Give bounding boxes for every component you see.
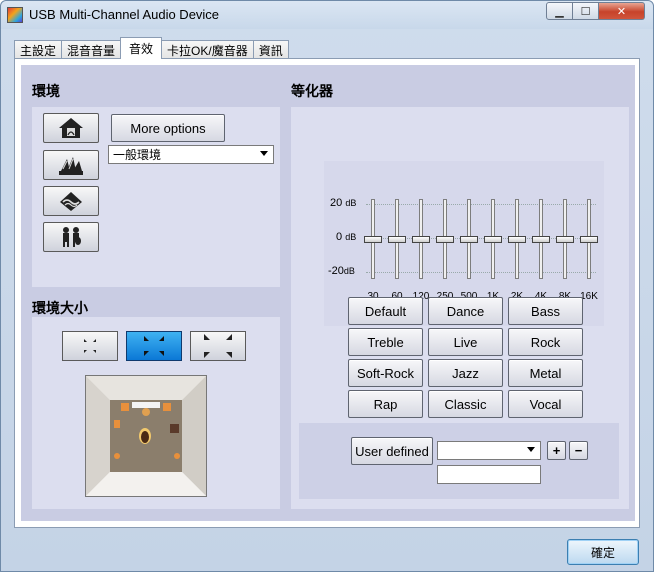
eq-slider-thumb[interactable] bbox=[556, 235, 574, 243]
window-title: USB Multi-Channel Audio Device bbox=[29, 7, 220, 22]
eq-band-slider[interactable] bbox=[578, 199, 600, 279]
house-icon bbox=[59, 118, 83, 138]
eq-band-slider[interactable] bbox=[482, 199, 504, 279]
eq-preset-button[interactable]: Classic bbox=[428, 390, 503, 418]
medium-room-icon bbox=[144, 336, 164, 356]
eq-preset-button[interactable]: Vocal bbox=[508, 390, 583, 418]
chevron-down-icon bbox=[527, 447, 535, 452]
eq-band-slider[interactable] bbox=[458, 199, 480, 279]
user-defined-button[interactable]: User defined bbox=[351, 437, 433, 465]
minus-icon: − bbox=[574, 443, 583, 458]
small-room-icon bbox=[84, 339, 96, 353]
concert-icon bbox=[63, 227, 81, 247]
environment-box: More options 一般環境 bbox=[32, 107, 280, 287]
tab-main-settings[interactable]: 主設定 bbox=[14, 40, 63, 59]
equalizer-title: 等化器 bbox=[291, 83, 333, 99]
equalizer-box: 20 dB 0 dB -20dB 30601202505001K2K4K8K16… bbox=[291, 107, 629, 509]
eq-preset-button[interactable]: Rock bbox=[508, 328, 583, 356]
add-preset-button[interactable]: + bbox=[547, 441, 566, 460]
db-label-top: 20 dB bbox=[330, 197, 357, 209]
size-medium-button[interactable] bbox=[126, 331, 182, 361]
eq-band-slider[interactable] bbox=[530, 199, 552, 279]
eq-preset-button[interactable]: Metal bbox=[508, 359, 583, 387]
effects-page: 環境 More options 一般環境 環境大小 等化器 20 dB 0 dB… bbox=[14, 58, 640, 528]
maximize-icon: ☐ bbox=[580, 5, 591, 18]
db-label-mid: 0 dB bbox=[336, 231, 357, 243]
tab-karaoke[interactable]: 卡拉OK/魔音器 bbox=[161, 40, 254, 59]
eq-slider-thumb[interactable] bbox=[388, 235, 406, 243]
eq-preset-button[interactable]: Live bbox=[428, 328, 503, 356]
opera-house-icon bbox=[59, 157, 83, 175]
title-bar[interactable]: USB Multi-Channel Audio Device ▁ ☐ ✕ bbox=[1, 1, 653, 29]
eq-preset-button[interactable]: Default bbox=[348, 297, 423, 325]
minimize-icon: ▁ bbox=[555, 5, 564, 18]
environment-select[interactable]: 一般環境 bbox=[108, 145, 274, 164]
user-preset-name-input[interactable] bbox=[437, 465, 541, 484]
tab-effects[interactable]: 音效 bbox=[120, 37, 163, 59]
close-button[interactable]: ✕ bbox=[599, 2, 645, 20]
size-large-button[interactable] bbox=[190, 331, 246, 361]
eq-slider-thumb[interactable] bbox=[508, 235, 526, 243]
environment-size-title: 環境大小 bbox=[32, 300, 88, 316]
eq-band-slider[interactable] bbox=[554, 199, 576, 279]
minimize-button[interactable]: ▁ bbox=[546, 2, 573, 20]
house-preset-button[interactable] bbox=[43, 113, 99, 143]
eq-slider-thumb[interactable] bbox=[364, 235, 382, 243]
environment-title: 環境 bbox=[32, 83, 60, 99]
user-defined-box: User defined + − bbox=[299, 423, 619, 499]
size-small-button[interactable] bbox=[62, 331, 118, 361]
chevron-down-icon bbox=[260, 151, 268, 156]
ok-button[interactable]: 確定 bbox=[567, 539, 639, 565]
eq-preset-button[interactable]: Soft-Rock bbox=[348, 359, 423, 387]
eq-preset-button[interactable]: Dance bbox=[428, 297, 503, 325]
eq-slider-thumb[interactable] bbox=[580, 235, 598, 243]
eq-band-slider[interactable] bbox=[362, 199, 384, 279]
eq-preset-button[interactable]: Jazz bbox=[428, 359, 503, 387]
eq-band-slider[interactable] bbox=[506, 199, 528, 279]
room-preview bbox=[85, 375, 207, 497]
large-room-icon bbox=[204, 334, 232, 358]
eq-slider-thumb[interactable] bbox=[412, 235, 430, 243]
eq-preset-button[interactable]: Rap bbox=[348, 390, 423, 418]
tab-info[interactable]: 資訊 bbox=[252, 40, 289, 59]
eq-slider-thumb[interactable] bbox=[460, 235, 478, 243]
eq-slider-thumb[interactable] bbox=[484, 235, 502, 243]
underwater-preset-button[interactable] bbox=[43, 186, 99, 216]
eq-preset-button[interactable]: Bass bbox=[508, 297, 583, 325]
environment-select-value: 一般環境 bbox=[113, 148, 162, 162]
eq-slider-thumb[interactable] bbox=[436, 235, 454, 243]
opera-house-preset-button[interactable] bbox=[43, 150, 99, 180]
eq-band-slider[interactable] bbox=[434, 199, 456, 279]
eq-band-slider[interactable] bbox=[386, 199, 408, 279]
eq-band-slider[interactable] bbox=[410, 199, 432, 279]
user-defined-select[interactable] bbox=[437, 441, 541, 460]
remove-preset-button[interactable]: − bbox=[569, 441, 588, 460]
close-icon: ✕ bbox=[616, 5, 627, 18]
underwater-icon bbox=[60, 192, 82, 211]
audio-device-window: USB Multi-Channel Audio Device ▁ ☐ ✕ 主設定… bbox=[0, 0, 654, 572]
db-label-bottom: -20dB bbox=[328, 265, 355, 277]
eq-slider-thumb[interactable] bbox=[532, 235, 550, 243]
eq-preset-button[interactable]: Treble bbox=[348, 328, 423, 356]
tab-strip: 主設定 混音音量 音效 卡拉OK/魔音器 資訊 bbox=[14, 37, 289, 59]
tab-mixer-volume[interactable]: 混音音量 bbox=[61, 40, 122, 59]
more-options-button[interactable]: More options bbox=[111, 114, 225, 142]
room-illustration bbox=[86, 376, 206, 496]
app-icon bbox=[7, 7, 23, 23]
maximize-button[interactable]: ☐ bbox=[573, 2, 599, 20]
concert-preset-button[interactable] bbox=[43, 222, 99, 252]
window-controls: ▁ ☐ ✕ bbox=[546, 2, 645, 20]
plus-icon: + bbox=[552, 443, 561, 458]
effects-panel: 環境 More options 一般環境 環境大小 等化器 20 dB 0 dB… bbox=[21, 65, 635, 521]
